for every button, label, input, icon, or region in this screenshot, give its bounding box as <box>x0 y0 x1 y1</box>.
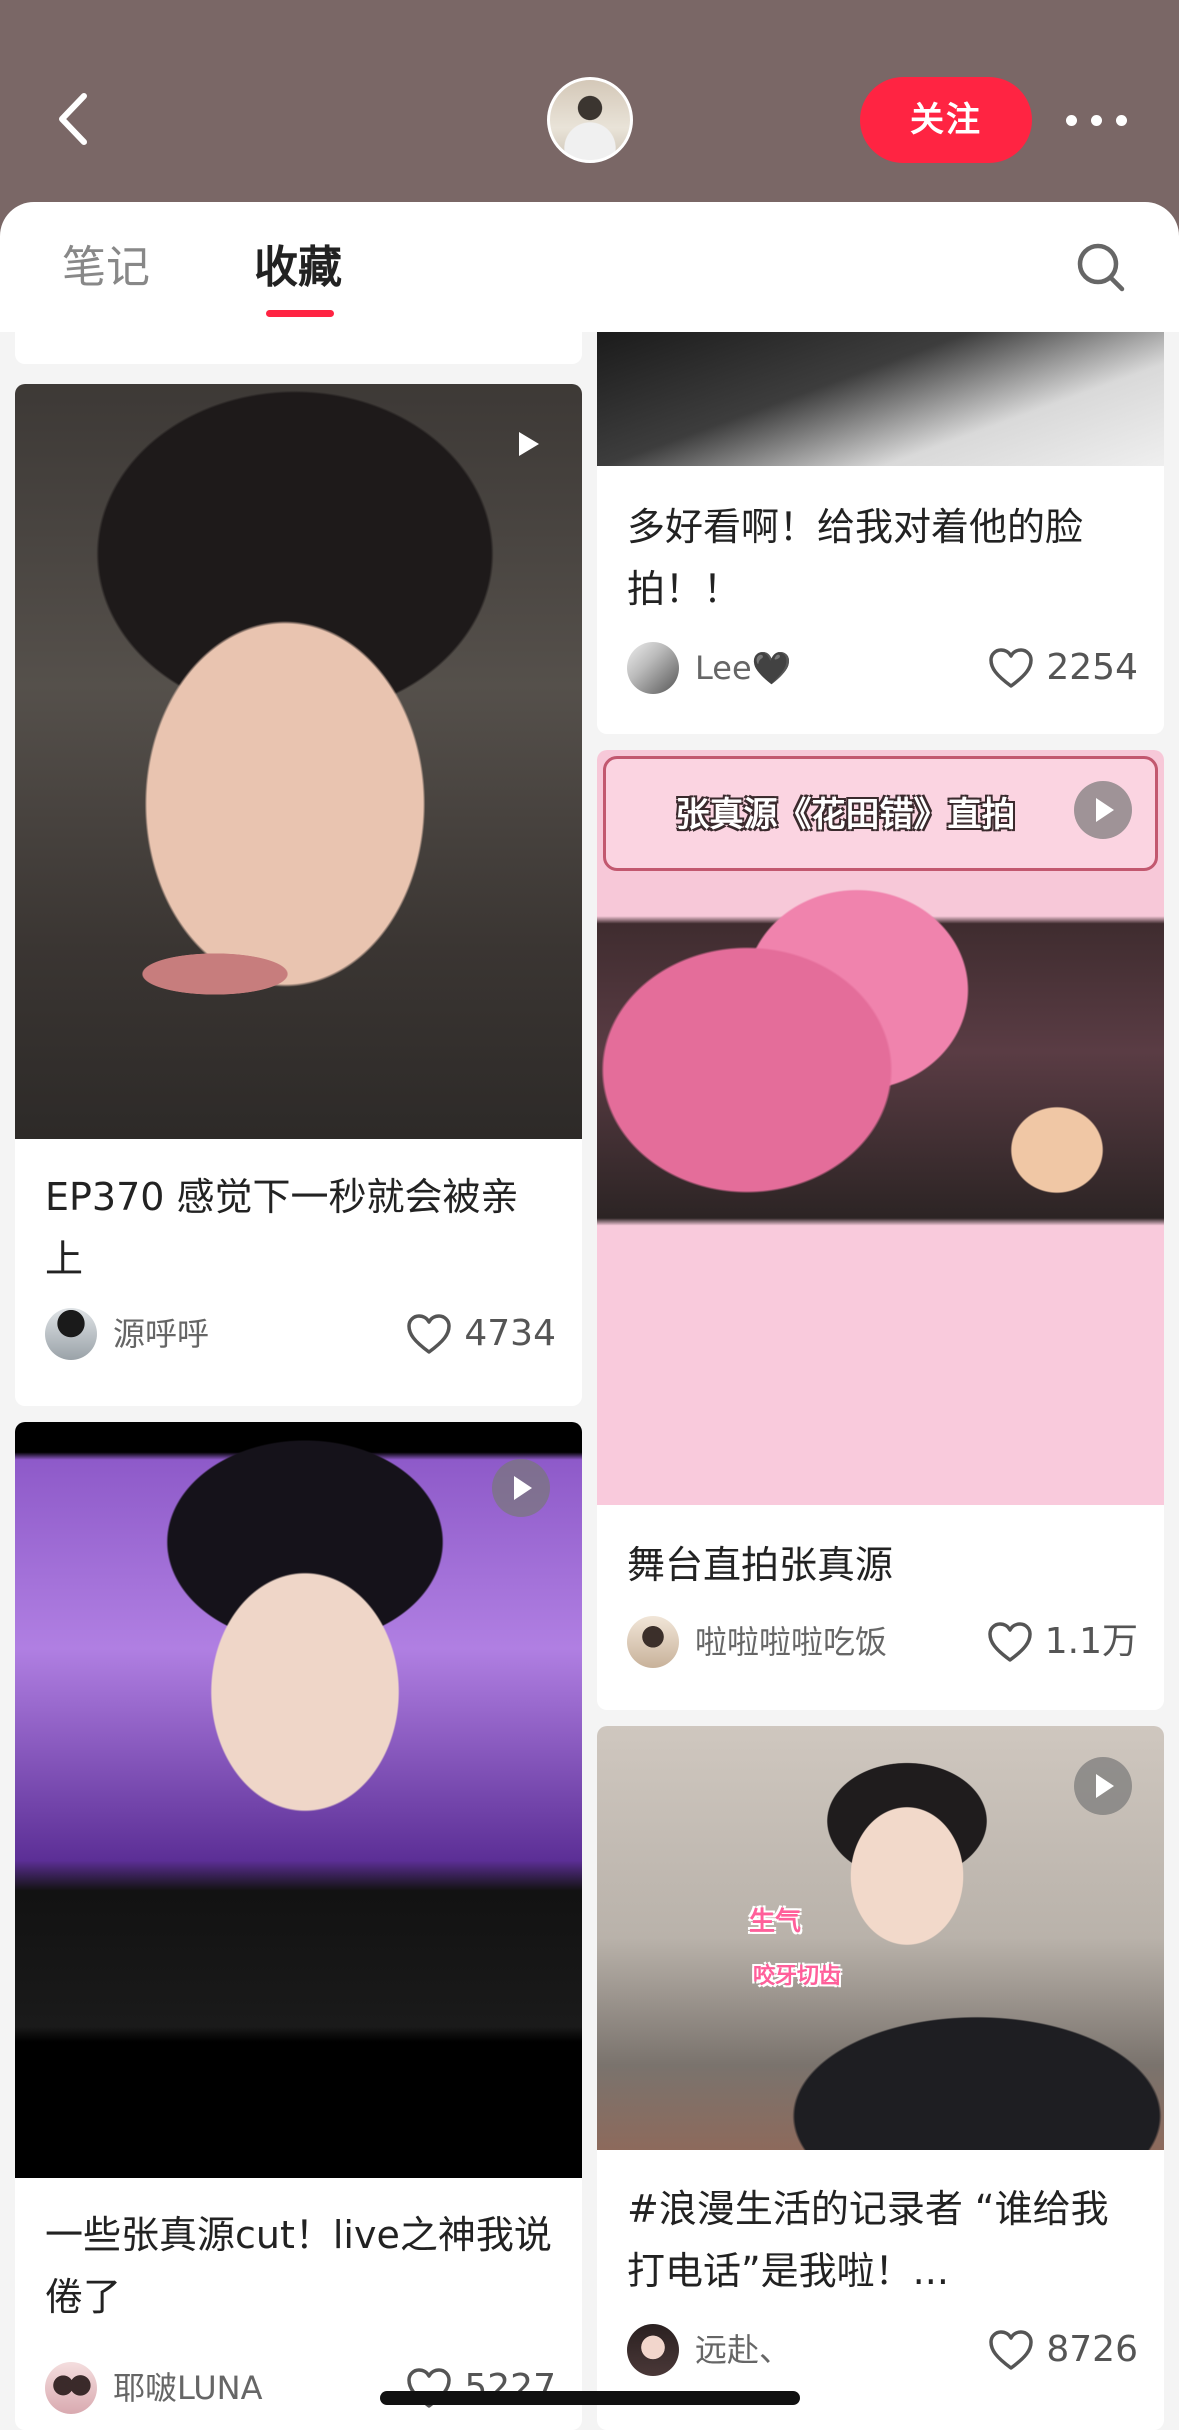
card-title: #浪漫生活的记录者 “谁给我打电话”是我啦！... <box>627 2187 1109 2293</box>
card-author-row: 啦啦啦啦吃饭 1.1万 <box>627 1614 1138 1670</box>
heart-outline-icon <box>407 1314 452 1354</box>
more-dots-icon <box>1116 115 1127 126</box>
card-cover-image <box>597 332 1164 466</box>
card-author-row: 远赴、 8726 <box>627 2322 1138 2378</box>
search-icon <box>1077 243 1125 292</box>
heart-outline-icon <box>989 648 1034 688</box>
back-button[interactable] <box>48 84 108 154</box>
author-name[interactable]: Lee🖤 <box>695 646 791 690</box>
card-cover-image <box>15 384 582 1139</box>
feed-card-partial[interactable] <box>15 332 582 364</box>
feed-card[interactable]: 生气 咬牙切齿 #浪漫生活的记录者 “谁给我打电话”是我啦！... 远赴、 87… <box>597 1726 1164 2430</box>
author-avatar[interactable] <box>627 1616 679 1668</box>
card-cover-image <box>15 1422 582 2178</box>
image-caption-text: 生气 <box>749 1907 802 1937</box>
author-avatar[interactable] <box>627 642 679 694</box>
tab-collections[interactable]: 收藏 <box>254 238 342 298</box>
image-caption-text: 咬牙切齿 <box>753 1964 842 1989</box>
author-name[interactable]: 耶啵LUNA <box>113 2366 263 2410</box>
more-dots-icon <box>1066 115 1077 126</box>
card-cover-image: 张真源《花田错》直拍 <box>597 750 1164 1505</box>
like-count: 8726 <box>1046 2329 1138 2370</box>
user-avatar[interactable] <box>547 77 633 163</box>
home-indicator[interactable] <box>380 2391 800 2405</box>
play-icon <box>492 1459 550 1517</box>
more-button[interactable] <box>1062 100 1132 140</box>
like-button[interactable]: 2254 <box>988 644 1138 692</box>
author-name[interactable]: 远赴、 <box>695 2328 791 2372</box>
like-button[interactable]: 8726 <box>988 2326 1138 2374</box>
card-title: EP370 感觉下一秒就会被亲上 <box>45 1175 519 1281</box>
feed-card[interactable]: 一些张真源cut！live之神我说倦了 耶啵LUNA 5227 <box>15 1422 582 2430</box>
play-icon <box>1074 781 1132 839</box>
card-author-row: 源呼呼 4734 <box>45 1306 556 1362</box>
card-title: 舞台直拍张真源 <box>627 1543 894 1587</box>
like-count: 2254 <box>1046 647 1138 688</box>
feed-card[interactable]: 多好看啊！给我对着他的脸拍！！ Lee🖤 2254 <box>597 332 1164 734</box>
tab-bar: 笔记 收藏 <box>0 202 1179 332</box>
play-icon <box>519 432 539 456</box>
card-author-row: Lee🖤 2254 <box>627 640 1138 696</box>
heart-outline-icon <box>987 1622 1032 1662</box>
like-button[interactable]: 1.1万 <box>987 1618 1138 1666</box>
chevron-left-icon <box>59 93 87 145</box>
author-avatar[interactable] <box>627 2324 679 2376</box>
card-title: 一些张真源cut！live之神我说倦了 <box>45 2213 552 2319</box>
like-count: 4734 <box>464 1313 556 1354</box>
active-tab-indicator <box>266 310 334 317</box>
author-name[interactable]: 源呼呼 <box>113 1312 209 1356</box>
card-title: 多好看啊！给我对着他的脸拍！！ <box>627 505 1084 611</box>
author-name[interactable]: 啦啦啦啦吃饭 <box>695 1620 887 1664</box>
image-caption-text: 张真源《花田错》直拍 <box>675 795 1016 835</box>
more-dots-icon <box>1091 115 1102 126</box>
like-button[interactable]: 4734 <box>406 1310 556 1358</box>
author-avatar[interactable] <box>45 1308 97 1360</box>
tab-notes[interactable]: 笔记 <box>62 238 150 298</box>
card-author-row: 耶啵LUNA 5227 <box>45 2360 556 2416</box>
search-button[interactable] <box>1072 238 1132 298</box>
feed-card[interactable]: 张真源《花田错》直拍 舞台直拍张真源 啦啦啦啦吃饭 1.1万 <box>597 750 1164 1710</box>
like-count: 1.1万 <box>1044 1621 1138 1662</box>
author-avatar[interactable] <box>45 2362 97 2414</box>
feed-card[interactable]: EP370 感觉下一秒就会被亲上 源呼呼 4734 <box>15 384 582 1406</box>
heart-outline-icon <box>989 2330 1034 2370</box>
play-icon <box>1074 1757 1132 1815</box>
follow-button[interactable]: 关注 <box>860 77 1032 163</box>
